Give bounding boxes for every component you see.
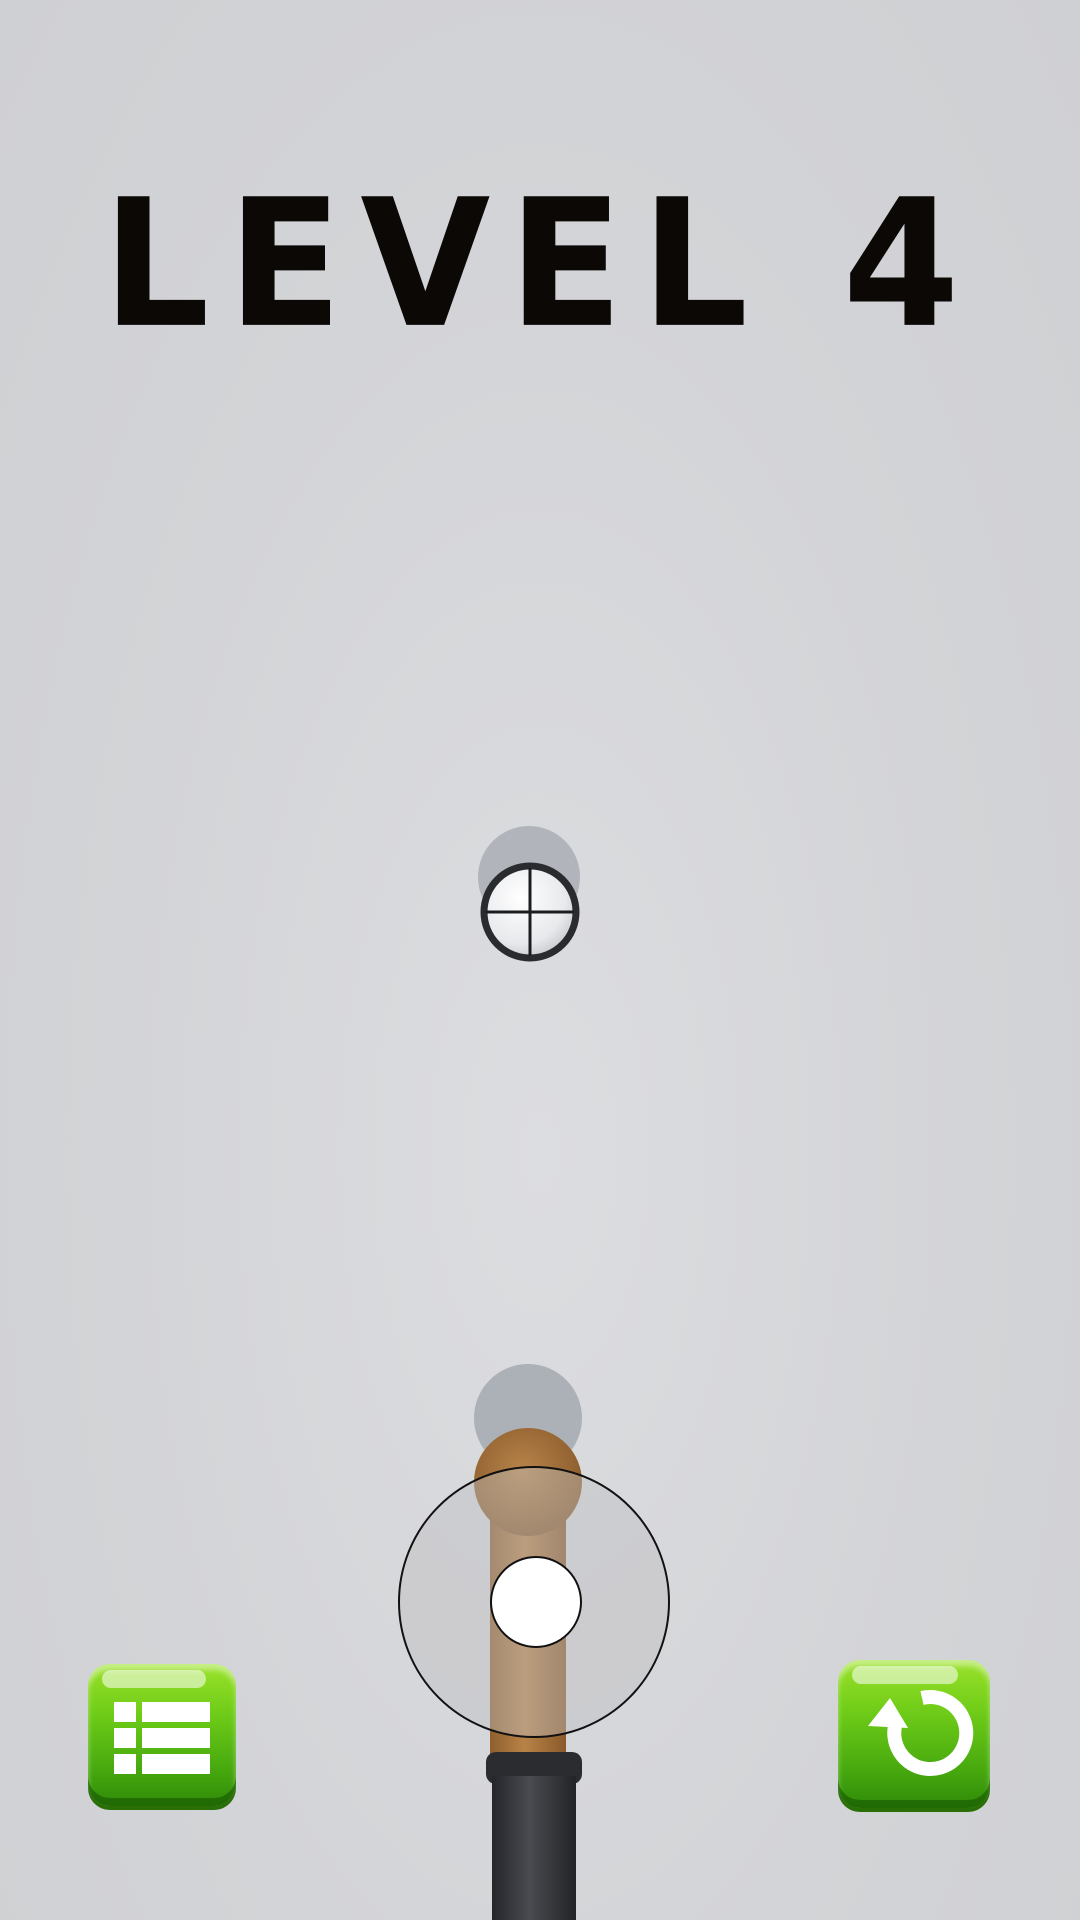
list-icon bbox=[114, 1702, 210, 1774]
crosshair-icon bbox=[480, 862, 580, 962]
level-title: LEVEL 4 bbox=[102, 161, 978, 367]
bat-handle bbox=[486, 1752, 582, 1920]
level-menu-button[interactable] bbox=[88, 1664, 236, 1806]
joystick-knob[interactable] bbox=[490, 1556, 582, 1648]
restart-icon bbox=[868, 1690, 974, 1776]
restart-button[interactable] bbox=[838, 1660, 990, 1808]
